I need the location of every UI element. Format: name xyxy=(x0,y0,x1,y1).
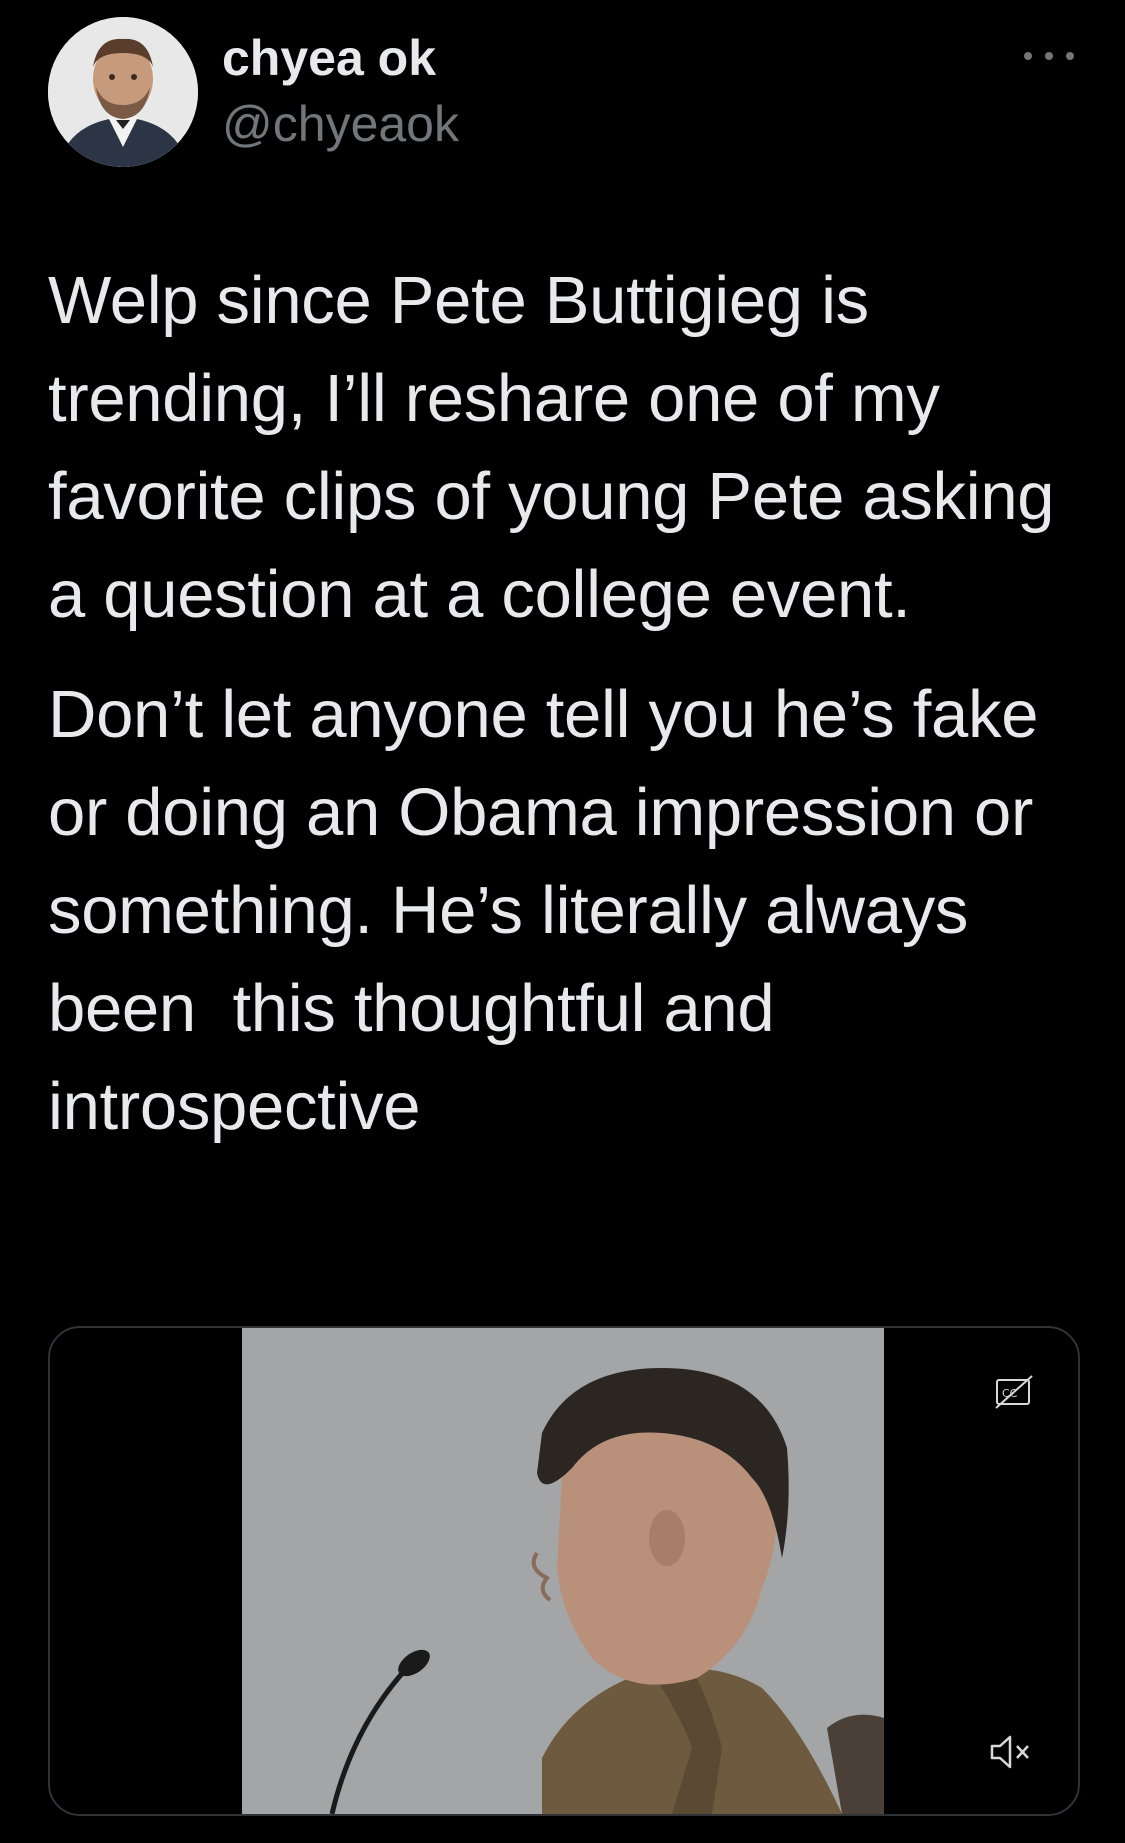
more-dot xyxy=(1066,52,1074,60)
portrait-avatar-icon xyxy=(48,17,198,167)
author-handle[interactable]: @chyeaok xyxy=(222,94,459,154)
video-player[interactable]: CC xyxy=(48,1326,1080,1816)
tweet-paragraph-2: Don’t let anyone tell you he’s fake or d… xyxy=(48,677,1057,1144)
author-display-name[interactable]: chyea ok xyxy=(222,28,436,88)
video-thumbnail xyxy=(242,1328,884,1814)
more-options-icon[interactable] xyxy=(1024,44,1074,68)
closed-captions-icon[interactable]: CC xyxy=(994,1374,1034,1410)
tweet-text: Welp since Pete Buttigieg is trending, I… xyxy=(48,252,1088,1156)
more-dot xyxy=(1024,52,1032,60)
video-frame[interactable] xyxy=(242,1328,884,1814)
muted-speaker-icon[interactable] xyxy=(988,1732,1034,1772)
svg-text:CC: CC xyxy=(1002,1387,1018,1400)
avatar[interactable] xyxy=(48,17,198,167)
tweet-paragraph-1: Welp since Pete Buttigieg is trending, I… xyxy=(48,263,1073,632)
more-dot xyxy=(1045,52,1053,60)
